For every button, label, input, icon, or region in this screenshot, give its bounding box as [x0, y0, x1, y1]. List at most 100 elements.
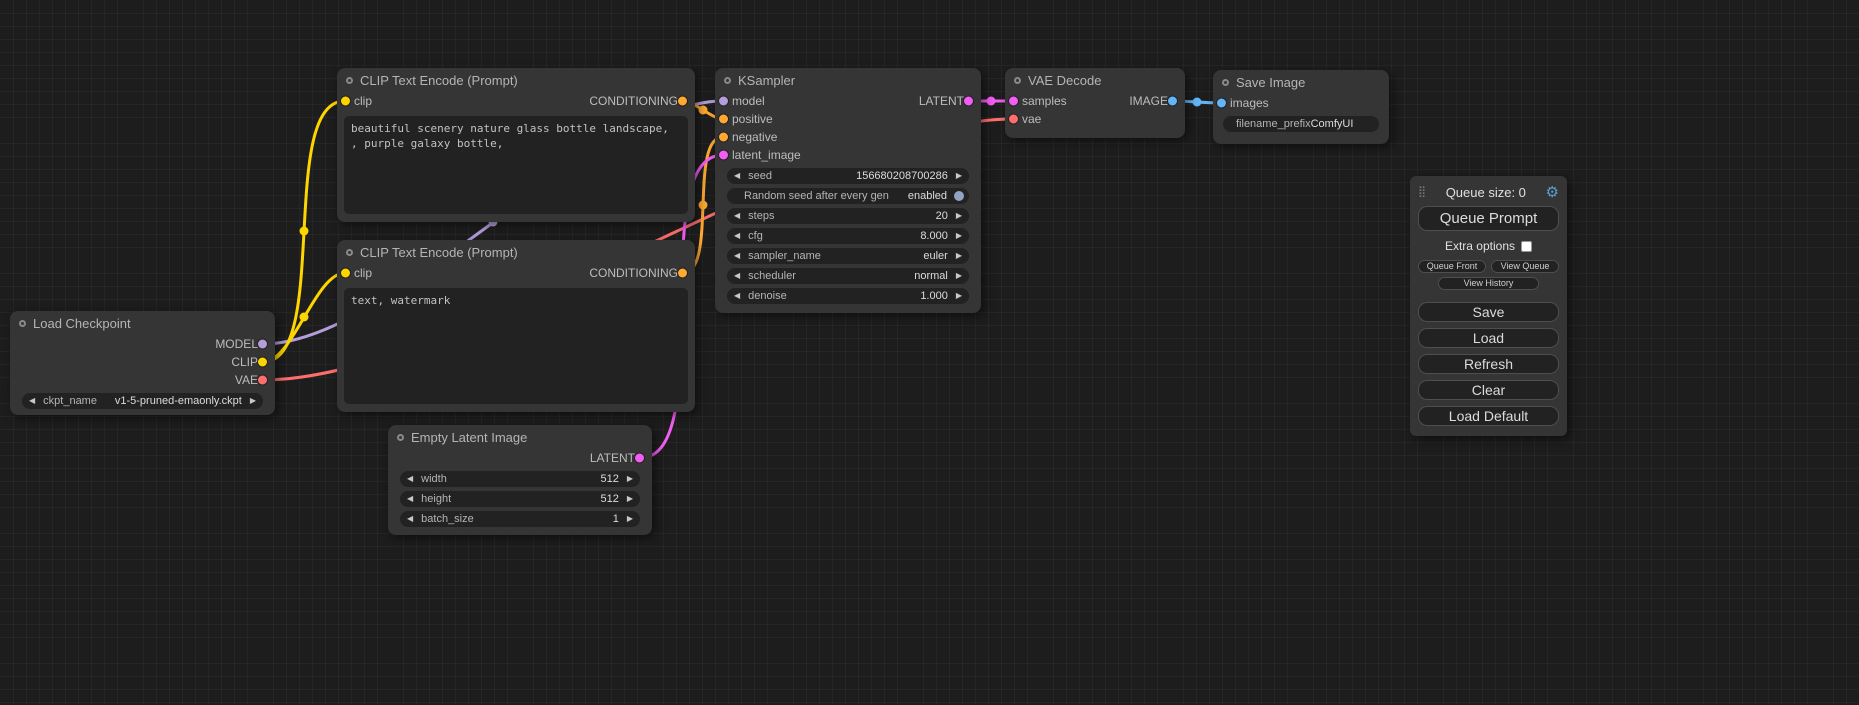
wire-clip-negative [263, 273, 345, 362]
toggle-knob-icon[interactable] [954, 191, 964, 201]
output-socket-latent[interactable] [635, 454, 644, 463]
decrement-arrow-icon[interactable]: ◀ [734, 272, 740, 280]
view-queue-button[interactable]: View Queue [1491, 260, 1559, 273]
input-socket-clip[interactable] [341, 97, 350, 106]
widget-batch-size[interactable]: ◀ batch_size 1 ▶ [400, 511, 640, 527]
collapse-toggle-icon[interactable] [1014, 77, 1021, 84]
increment-arrow-icon[interactable]: ▶ [956, 292, 962, 300]
collapse-toggle-icon[interactable] [1222, 79, 1229, 86]
widget-seed[interactable]: ◀ seed 156680208700286 ▶ [727, 168, 969, 184]
increment-arrow-icon[interactable]: ▶ [956, 212, 962, 220]
decrement-arrow-icon[interactable]: ◀ [407, 475, 413, 483]
output-socket-conditioning[interactable] [678, 97, 687, 106]
input-socket-images[interactable] [1217, 99, 1226, 108]
load-default-button[interactable]: Load Default [1418, 406, 1559, 426]
load-button[interactable]: Load [1418, 328, 1559, 348]
input-socket-model[interactable] [719, 97, 728, 106]
input-socket-negative[interactable] [719, 133, 728, 142]
view-history-button[interactable]: View History [1438, 277, 1540, 290]
output-socket-conditioning[interactable] [678, 269, 687, 278]
node-header[interactable]: Save Image [1213, 70, 1389, 94]
decrement-arrow-icon[interactable]: ◀ [734, 232, 740, 240]
graph-canvas[interactable]: Load Checkpoint MODEL CLIP VAE ◀ ckpt_na… [0, 0, 1859, 705]
settings-gear-icon[interactable]: ⚙ [1546, 185, 1559, 200]
save-button[interactable]: Save [1418, 302, 1559, 322]
node-title: KSampler [738, 73, 795, 88]
widget-cfg[interactable]: ◀ cfg 8.000 ▶ [727, 228, 969, 244]
widget-value: 20 [936, 210, 948, 222]
widget-value: 512 [600, 473, 618, 485]
increment-arrow-icon[interactable]: ▶ [956, 272, 962, 280]
decrement-arrow-icon[interactable]: ◀ [734, 292, 740, 300]
input-socket-latent-image[interactable] [719, 151, 728, 160]
increment-arrow-icon[interactable]: ▶ [250, 397, 256, 405]
decrement-arrow-icon[interactable]: ◀ [734, 172, 740, 180]
increment-arrow-icon[interactable]: ▶ [627, 515, 633, 523]
output-socket-model[interactable] [258, 340, 267, 349]
refresh-button[interactable]: Refresh [1418, 354, 1559, 374]
clear-button[interactable]: Clear [1418, 380, 1559, 400]
widget-label: Random seed after every gen [744, 190, 889, 202]
widget-denoise[interactable]: ◀ denoise 1.000 ▶ [727, 288, 969, 304]
node-save-image[interactable]: Save Image images filename_prefix ComfyU… [1213, 70, 1389, 144]
input-socket-samples[interactable] [1009, 97, 1018, 106]
queue-front-button[interactable]: Queue Front [1418, 260, 1486, 273]
collapse-toggle-icon[interactable] [19, 320, 26, 327]
widget-width[interactable]: ◀ width 512 ▶ [400, 471, 640, 487]
input-socket-vae[interactable] [1009, 115, 1018, 124]
queue-prompt-button[interactable]: Queue Prompt [1418, 206, 1559, 231]
positive-prompt-textarea[interactable]: beautiful scenery nature glass bottle la… [344, 116, 688, 214]
output-socket-clip[interactable] [258, 358, 267, 367]
increment-arrow-icon[interactable]: ▶ [627, 495, 633, 503]
output-socket-vae[interactable] [258, 376, 267, 385]
node-header[interactable]: Load Checkpoint [10, 311, 275, 335]
node-header[interactable]: CLIP Text Encode (Prompt) [337, 240, 695, 264]
node-empty-latent-image[interactable]: Empty Latent Image LATENT ◀ width 512 ▶ … [388, 425, 652, 535]
wire-dot-latent-output [987, 97, 996, 106]
widget-scheduler[interactable]: ◀ scheduler normal ▶ [727, 268, 969, 284]
node-header[interactable]: CLIP Text Encode (Prompt) [337, 68, 695, 92]
decrement-arrow-icon[interactable]: ◀ [734, 212, 740, 220]
menu-header: ⣿ Queue size: 0 ⚙ [1418, 182, 1559, 202]
node-header[interactable]: KSampler [715, 68, 981, 92]
decrement-arrow-icon[interactable]: ◀ [734, 252, 740, 260]
node-clip-text-encode-positive[interactable]: CLIP Text Encode (Prompt) clip CONDITION… [337, 68, 695, 222]
increment-arrow-icon[interactable]: ▶ [956, 232, 962, 240]
widget-sampler-name[interactable]: ◀ sampler_name euler ▶ [727, 248, 969, 264]
widget-random-seed-toggle[interactable]: Random seed after every gen enabled [727, 188, 969, 204]
extra-options-checkbox[interactable] [1521, 241, 1532, 252]
decrement-arrow-icon[interactable]: ◀ [407, 515, 413, 523]
increment-arrow-icon[interactable]: ▶ [956, 252, 962, 260]
negative-prompt-textarea[interactable]: text, watermark [344, 288, 688, 404]
wire-clip-positive [263, 101, 345, 362]
input-socket-positive[interactable] [719, 115, 728, 124]
wire-dot-conditioning-negative [699, 201, 708, 210]
node-ksampler[interactable]: KSampler model LATENT positive negative … [715, 68, 981, 313]
input-label-negative: negative [732, 130, 777, 144]
widget-filename-prefix[interactable]: filename_prefix ComfyUI [1223, 116, 1379, 132]
collapse-toggle-icon[interactable] [346, 249, 353, 256]
node-header[interactable]: Empty Latent Image [388, 425, 652, 449]
node-header[interactable]: VAE Decode [1005, 68, 1185, 92]
node-clip-text-encode-negative[interactable]: CLIP Text Encode (Prompt) clip CONDITION… [337, 240, 695, 412]
collapse-toggle-icon[interactable] [346, 77, 353, 84]
decrement-arrow-icon[interactable]: ◀ [29, 397, 35, 405]
output-label-model: MODEL [215, 337, 258, 351]
drag-handle-icon[interactable]: ⣿ [1418, 187, 1426, 198]
node-load-checkpoint[interactable]: Load Checkpoint MODEL CLIP VAE ◀ ckpt_na… [10, 311, 275, 415]
output-socket-latent[interactable] [964, 97, 973, 106]
decrement-arrow-icon[interactable]: ◀ [407, 495, 413, 503]
node-vae-decode[interactable]: VAE Decode samples IMAGE vae [1005, 68, 1185, 138]
widget-ckpt-name[interactable]: ◀ ckpt_name v1-5-pruned-emaonly.ckpt ▶ [22, 393, 263, 409]
widget-value: 156680208700286 [856, 170, 948, 182]
increment-arrow-icon[interactable]: ▶ [627, 475, 633, 483]
input-socket-clip[interactable] [341, 269, 350, 278]
widget-label: denoise [748, 290, 787, 302]
output-socket-image[interactable] [1168, 97, 1177, 106]
collapse-toggle-icon[interactable] [724, 77, 731, 84]
widget-steps[interactable]: ◀ steps 20 ▶ [727, 208, 969, 224]
output-label-latent: LATENT [919, 94, 964, 108]
collapse-toggle-icon[interactable] [397, 434, 404, 441]
widget-height[interactable]: ◀ height 512 ▶ [400, 491, 640, 507]
increment-arrow-icon[interactable]: ▶ [956, 172, 962, 180]
